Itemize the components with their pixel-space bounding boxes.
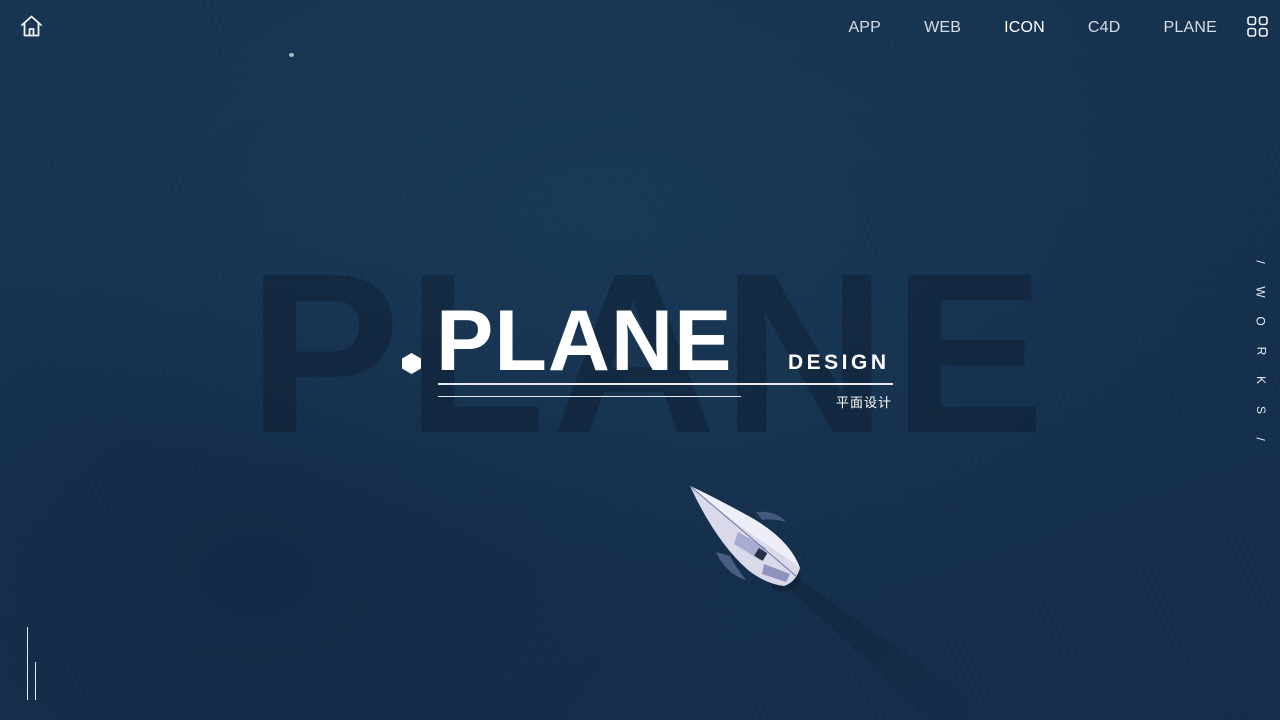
vertical-letter: W	[1253, 285, 1268, 298]
vertical-letter: /	[1254, 260, 1268, 264]
sailboat-image	[689, 485, 802, 592]
vertical-letter: K	[1253, 375, 1268, 385]
decorative-line-long	[27, 627, 28, 700]
title-underline-short	[438, 396, 741, 397]
hero-stage: APP WEB ICON C4D PLANE PLANE PLANE DESIG…	[0, 0, 1280, 720]
subtitle-chinese: 平面设计	[836, 396, 893, 411]
nav-item-app[interactable]: APP	[848, 18, 881, 38]
vertical-letter: S	[1253, 405, 1268, 414]
vertical-letter: /	[1254, 437, 1268, 441]
hexagon-icon	[400, 352, 423, 375]
nav-item-icon[interactable]: ICON	[1004, 18, 1045, 38]
grid-menu-icon[interactable]	[1247, 16, 1268, 37]
design-label: DESIGN	[788, 351, 890, 374]
vertical-works-label: / W O R K S /	[1254, 256, 1268, 463]
nav-item-c4d[interactable]: C4D	[1088, 18, 1121, 38]
page-title: PLANE	[436, 293, 733, 389]
home-icon[interactable]	[19, 14, 44, 38]
vertical-letter: O	[1254, 316, 1268, 326]
nav-item-web[interactable]: WEB	[924, 18, 961, 38]
title-underline-long	[438, 383, 893, 385]
water-speck	[289, 53, 294, 57]
vertical-letter: R	[1253, 346, 1268, 355]
decorative-line-short	[35, 662, 36, 700]
nav-item-plane[interactable]: PLANE	[1164, 18, 1217, 38]
top-nav: APP WEB ICON C4D PLANE	[848, 18, 1217, 38]
